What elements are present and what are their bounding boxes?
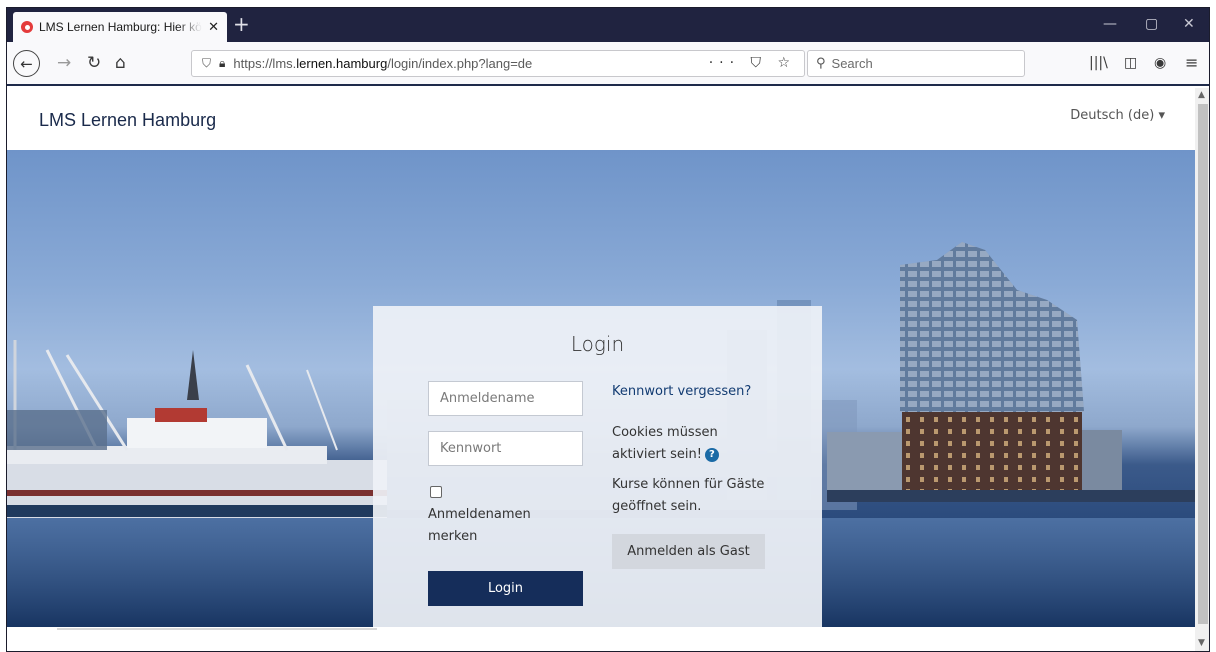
url-prefix: https://lms. — [233, 56, 297, 71]
library-icon[interactable]: |||\ — [1089, 53, 1108, 73]
address-bar[interactable]: ⛉ 🔒︎ https://lms.lernen.hamburg/login/in… — [191, 50, 805, 77]
account-icon[interactable]: ◉ — [1154, 53, 1166, 73]
window-close-icon[interactable]: ✕ — [1183, 16, 1195, 32]
password-input[interactable]: Kennwort — [428, 431, 583, 466]
tracking-shield-icon[interactable]: ⛉ — [202, 56, 211, 71]
lock-icon[interactable]: 🔒︎ — [219, 56, 225, 71]
tab-strip: LMS Lernen Hamburg: Hier können Sie sich… — [7, 8, 1209, 42]
site-header: LMS Lernen Hamburg Deutsch (de) ▾ — [7, 88, 1195, 150]
cookies-notice: Cookies müssen aktiviert sein!? — [612, 422, 772, 466]
page-viewport: LMS Lernen Hamburg Deutsch (de) ▾ Login … — [7, 88, 1195, 651]
url-host: lernen.hamburg — [296, 56, 388, 71]
guest-access-note: Kurse können für Gäste geöffnet sein. — [612, 477, 765, 514]
forward-button-icon[interactable]: → — [57, 53, 71, 73]
arrow-left-icon: ← — [20, 54, 33, 73]
home-button-icon[interactable]: ⌂ — [115, 53, 126, 73]
url-text[interactable]: https://lms.lernen.hamburg/login/index.p… — [233, 56, 532, 71]
hero-background: Login Anmeldename Kennwort Anmeldenamen … — [7, 150, 1195, 627]
sidebar-icon[interactable]: ◫ — [1124, 53, 1137, 73]
login-title: Login — [570, 332, 625, 356]
cookies-notice-text: Cookies müssen aktiviert sein! — [612, 425, 718, 462]
reload-button-icon[interactable]: ↻ — [87, 53, 101, 73]
guest-login-button[interactable]: Anmelden als Gast — [612, 534, 765, 569]
moodle-favicon-icon — [21, 21, 33, 33]
browser-window: LMS Lernen Hamburg: Hier können Sie sich… — [6, 7, 1210, 652]
login-button[interactable]: Login — [428, 571, 583, 606]
help-icon[interactable]: ? — [704, 447, 719, 462]
page-footer-area — [7, 627, 1195, 651]
minimize-icon[interactable]: — — [1103, 16, 1117, 32]
remember-username-label[interactable]: Anmeldenamen merken — [428, 504, 548, 548]
tab-title: LMS Lernen Hamburg: Hier können Sie sich… — [39, 20, 202, 34]
nav-toolbar: ← → ↻ ⌂ ⛉ 🔒︎ https://lms.lernen.hamburg/… — [7, 42, 1209, 86]
back-button[interactable]: ← — [13, 50, 40, 77]
language-selector[interactable]: Deutsch (de) ▾ — [1070, 108, 1165, 123]
scroll-up-icon[interactable]: ▲ — [1198, 90, 1205, 100]
menu-icon[interactable]: ≡ — [1185, 53, 1198, 73]
restore-icon[interactable]: ▢ — [1145, 16, 1158, 32]
remember-username-checkbox[interactable] — [430, 486, 442, 498]
search-bar[interactable]: ⚲ Search — [807, 50, 1025, 77]
page-actions-icons[interactable]: ··· ⛉ ☆ — [709, 55, 796, 71]
new-tab-button[interactable]: + — [233, 14, 250, 34]
username-input[interactable]: Anmeldename — [428, 381, 583, 416]
forgot-password-link[interactable]: Kennwort vergessen? — [612, 381, 751, 403]
footer-divider — [57, 628, 377, 630]
scroll-thumb[interactable] — [1198, 104, 1208, 624]
scroll-down-icon[interactable]: ▼ — [1198, 638, 1205, 648]
tab-lms-login[interactable]: LMS Lernen Hamburg: Hier können Sie sich… — [13, 12, 227, 42]
search-placeholder: Search — [831, 56, 873, 71]
page-scrollbar[interactable]: ▲ ▼ — [1195, 88, 1209, 651]
url-path: /login/index.php?lang=de — [387, 56, 533, 71]
tab-close-icon[interactable]: ✕ — [208, 20, 219, 35]
site-brand[interactable]: LMS Lernen Hamburg — [39, 110, 216, 131]
login-card: Login Anmeldename Kennwort Anmeldenamen … — [373, 306, 822, 627]
search-icon: ⚲ — [816, 56, 826, 71]
